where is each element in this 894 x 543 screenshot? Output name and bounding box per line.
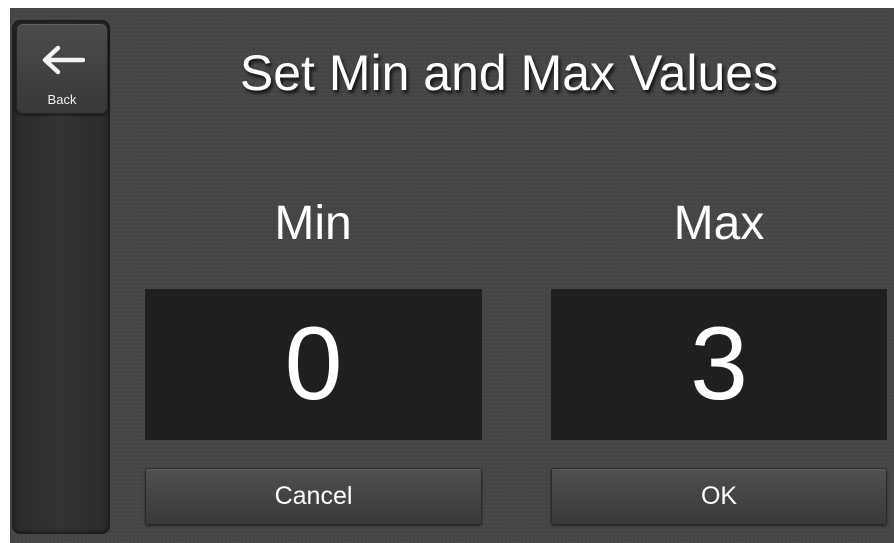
page-title: Set Min and Max Values bbox=[239, 45, 779, 101]
min-value-field[interactable]: 0 bbox=[145, 289, 482, 440]
max-value-field[interactable]: 3 bbox=[551, 289, 887, 440]
app-screen: Back Set Min and Max Values Min Max 0 3 … bbox=[10, 8, 894, 543]
ok-button[interactable]: OK bbox=[551, 468, 887, 525]
back-button[interactable]: Back bbox=[16, 23, 108, 114]
sidebar: Back bbox=[12, 20, 110, 534]
min-label: Min bbox=[274, 197, 352, 250]
cancel-button[interactable]: Cancel bbox=[145, 468, 482, 525]
max-label: Max bbox=[673, 197, 765, 250]
back-label: Back bbox=[47, 92, 77, 107]
